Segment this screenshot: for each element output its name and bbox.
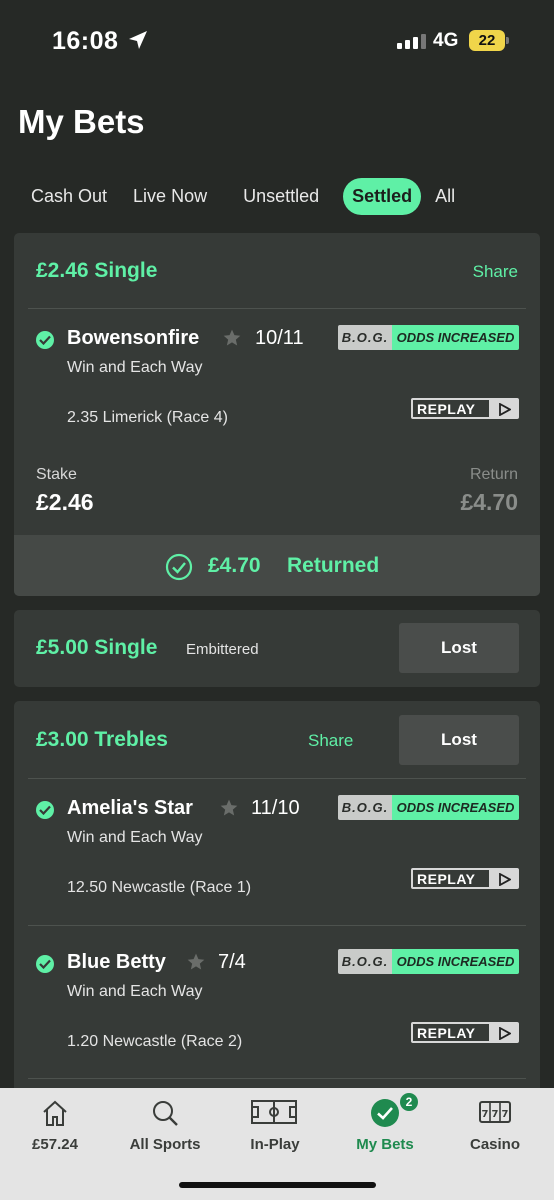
bet-title: £3.00 Trebles [36,728,168,751]
returned-amount: £4.70 [208,554,261,577]
bet-card[interactable]: £2.46 Single Share Bowensonfire 10/11 B.… [14,233,540,596]
bog-badge: B.O.G. ODDS INCREASED [338,949,519,974]
returned-label: Returned [287,554,380,577]
selection-row: Blue Betty 7/4 B.O.G. ODDS INCREASED Win… [14,933,540,1080]
bet-title: £2.46 Single [36,259,158,282]
returned-check-icon [165,553,193,581]
stake-value: £2.46 [36,489,94,515]
nav-label: All Sports [129,1136,201,1153]
network-type: 4G [433,30,459,51]
nav-in-play[interactable]: In-Play [220,1088,330,1168]
favourite-star-icon[interactable] [222,328,242,348]
odds: 7/4 [218,951,246,973]
tab-live-now[interactable]: Live Now [120,178,220,215]
nav-label: Casino [469,1136,520,1153]
selection-row: Amelia's Star 11/10 B.O.G. ODDS INCREASE… [14,779,540,926]
race-info: 1.20 Newcastle (Race 2) [67,1033,243,1050]
bet-card[interactable]: £3.00 Trebles Share Lost Amelia's Star 1… [14,701,540,1101]
horse-name: Bowensonfire [67,327,200,349]
page-title: My Bets [18,103,145,140]
check-circle-icon [371,1099,399,1127]
race-info: 12.50 Newcastle (Race 1) [67,879,252,896]
nav-label: £57.24 [32,1136,78,1153]
slot-machine-icon: 777 [479,1101,511,1123]
lost-status: Lost [399,715,519,765]
status-time: 16:08 [52,27,119,55]
return-value: £4.70 [460,489,518,515]
market: Win and Each Way [67,829,203,846]
divider [28,925,526,926]
stake-label: Stake [36,466,77,483]
won-check-icon [36,955,54,973]
bet-filter-tabs: Cash Out Live Now Unsettled Settled All [18,178,468,215]
battery-icon: 22 [469,30,505,51]
tab-all[interactable]: All [422,178,468,215]
odds-increased-label: ODDS INCREASED [392,325,519,350]
tab-cash-out[interactable]: Cash Out [18,178,120,215]
bet-title: £5.00 Single [36,636,158,659]
replay-label: REPLAY [417,870,476,887]
nav-casino[interactable]: 777 Casino [440,1088,550,1168]
returned-bar: £4.70 Returned [14,535,540,596]
bog-label: B.O.G. [338,949,392,974]
selection-row: Bowensonfire 10/11 B.O.G. ODDS INCREASED… [14,309,540,456]
odds: 10/11 [255,327,304,349]
nav-my-bets[interactable]: My Bets [330,1088,440,1168]
search-icon [153,1101,178,1126]
race-info: 2.35 Limerick (Race 4) [67,409,228,426]
nav-balance[interactable]: £57.24 [0,1088,110,1168]
nav-label: My Bets [356,1136,414,1153]
horse-name: Embittered [186,641,259,658]
bog-label: B.O.G. [338,325,392,350]
bog-badge: B.O.G. ODDS INCREASED [338,795,519,820]
market: Win and Each Way [67,983,203,1000]
play-icon [489,400,517,417]
location-arrow-icon [129,31,147,49]
favourite-star-icon[interactable] [186,952,206,972]
replay-label: REPLAY [417,1024,476,1041]
svg-text:7: 7 [492,1109,499,1120]
battery-tip [506,37,509,44]
horse-name: Amelia's Star [67,797,193,819]
odds-increased-label: ODDS INCREASED [392,949,519,974]
won-check-icon [36,331,54,349]
play-icon [489,1024,517,1041]
pitch-icon [251,1100,297,1124]
nav-all-sports[interactable]: All Sports [110,1088,220,1168]
horse-name: Blue Betty [67,951,166,973]
odds-increased-label: ODDS INCREASED [392,795,519,820]
replay-button[interactable]: REPLAY [411,868,519,889]
return-label: Return [469,466,518,483]
bog-label: B.O.G. [338,795,392,820]
divider [28,1078,526,1079]
lost-status: Lost [399,623,519,673]
tab-settled[interactable]: Settled [343,178,422,215]
my-bets-badge: 2 [400,1093,418,1111]
nav-label: In-Play [250,1136,300,1153]
odds: 11/10 [251,797,300,819]
favourite-star-icon[interactable] [219,798,239,818]
home-indicator[interactable] [179,1182,376,1188]
tab-unsettled[interactable]: Unsettled [230,178,332,215]
replay-button[interactable]: REPLAY [411,1022,519,1043]
share-button[interactable]: Share [308,731,353,751]
won-check-icon [36,801,54,819]
bog-badge: B.O.G. ODDS INCREASED [338,325,519,350]
replay-button[interactable]: REPLAY [411,398,519,419]
svg-text:7: 7 [502,1109,509,1120]
svg-text:7: 7 [482,1109,489,1120]
home-icon [43,1100,67,1126]
play-icon [489,870,517,887]
signal-icon [397,34,426,49]
replay-label: REPLAY [417,400,476,417]
bet-card[interactable]: £5.00 Single Embittered Lost [14,610,540,687]
share-button[interactable]: Share [473,262,518,282]
status-bar: 16:08 4G 22 [0,0,554,80]
market: Win and Each Way [67,359,203,376]
